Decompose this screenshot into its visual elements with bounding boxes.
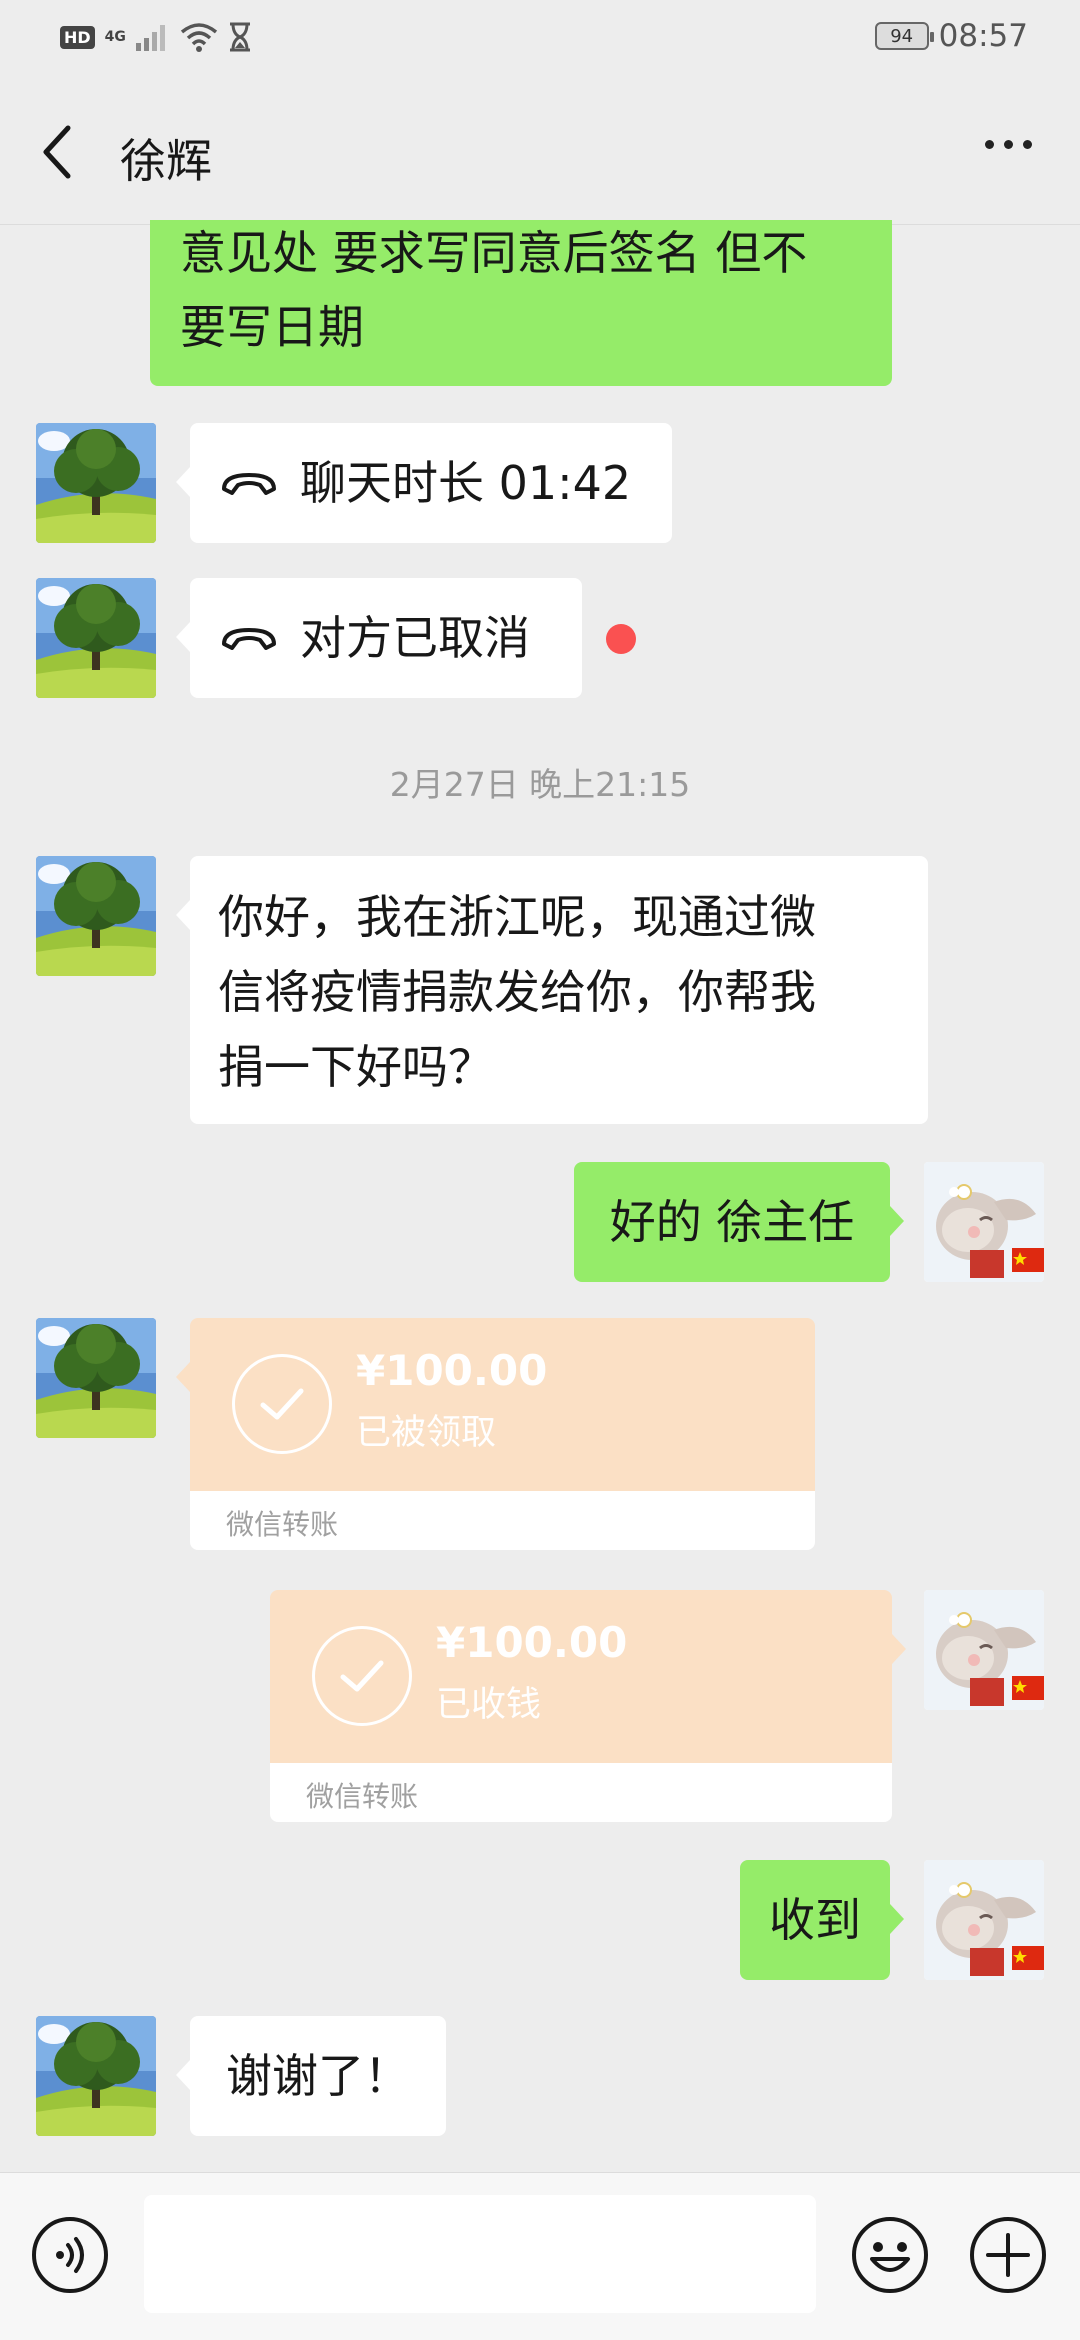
message-timestamp: 2月27日 晚上21:15: [389, 765, 691, 804]
status-left: HD 4G: [60, 22, 252, 52]
message-line: 意见处 要求写同意后签名 但不: [180, 226, 808, 280]
message-bubble-received[interactable]: 你好，我在浙江呢，现通过微 信将疫情捐款发给你，你帮我 捐一下好吗？: [176, 856, 928, 1124]
contact-avatar[interactable]: [36, 1318, 156, 1438]
contact-name: 徐辉: [120, 134, 212, 188]
contact-avatar[interactable]: [36, 2016, 156, 2136]
message-line: 信将疫情捐款发给你，你帮我: [218, 965, 816, 1019]
hourglass-icon: [229, 22, 250, 52]
transfer-card-sent[interactable]: ¥100.00 已收钱 微信转账: [270, 1590, 906, 1822]
call-record-bubble[interactable]: 聊天时长 01:42: [176, 423, 672, 543]
transfer-card-received[interactable]: ¥100.00 已被领取 微信转账: [176, 1318, 815, 1550]
hd-badge: HD: [60, 25, 95, 49]
contact-avatar[interactable]: [36, 578, 156, 698]
battery-icon: 94: [874, 22, 934, 50]
transfer-label: 微信转账: [226, 1508, 339, 1541]
battery-level: 94: [890, 25, 914, 47]
message-bubble-sent[interactable]: 收到: [740, 1860, 904, 1980]
status-right: 94 08:57: [874, 18, 1028, 54]
more-dots-icon[interactable]: [985, 140, 1032, 149]
voice-icon[interactable]: [30, 2215, 110, 2295]
transfer-label: 微信转账: [306, 1780, 419, 1813]
transfer-amount: ¥100.00: [436, 1618, 628, 1667]
message-text: 谢谢了！: [226, 2048, 410, 2103]
message-bubble-received[interactable]: 谢谢了！: [176, 2016, 446, 2136]
message-line: 要写日期: [180, 300, 364, 354]
status-bar: HD 4G 94 08:57: [0, 0, 1080, 80]
phone-hangup-icon: [222, 473, 276, 495]
transfer-amount: ¥100.00: [356, 1346, 548, 1395]
message-text: 好的 徐主任: [609, 1194, 855, 1249]
transfer-status: 已被领取: [356, 1413, 497, 1453]
check-circle-icon: [232, 1354, 332, 1454]
my-avatar[interactable]: [924, 1590, 1044, 1710]
network-type: 4G: [104, 29, 126, 45]
wifi-icon: [180, 23, 218, 52]
message-bubble-sent[interactable]: 好的 徐主任: [574, 1162, 904, 1282]
call-status-text: 对方已取消: [300, 610, 530, 665]
chat-header: 徐辉: [0, 80, 1080, 225]
message-line: 你好，我在浙江呢，现通过微: [218, 890, 816, 944]
emoji-icon[interactable]: [850, 2215, 930, 2295]
signal-icon: [135, 25, 165, 51]
my-avatar[interactable]: [924, 1860, 1044, 1980]
message-bubble-sent[interactable]: 意见处 要求写同意后签名 但不 要写日期: [150, 220, 892, 386]
call-duration-text: 聊天时长 01:42: [300, 455, 632, 510]
plus-icon[interactable]: [968, 2215, 1048, 2295]
message-text: 收到: [769, 1892, 861, 1947]
chevron-left-icon[interactable]: [38, 122, 78, 182]
check-circle-icon: [312, 1626, 412, 1726]
call-record-bubble[interactable]: 对方已取消: [176, 578, 582, 698]
unread-dot: [606, 624, 636, 654]
transfer-status: 已收钱: [436, 1685, 542, 1725]
status-time: 08:57: [938, 18, 1028, 54]
message-input[interactable]: [144, 2195, 816, 2313]
phone-hangup-icon: [222, 628, 276, 650]
my-avatar[interactable]: [924, 1162, 1044, 1282]
message-line: 捐一下好吗？: [218, 1040, 494, 1094]
contact-avatar[interactable]: [36, 423, 156, 543]
contact-avatar[interactable]: [36, 856, 156, 976]
input-bar: [0, 2172, 1080, 2340]
